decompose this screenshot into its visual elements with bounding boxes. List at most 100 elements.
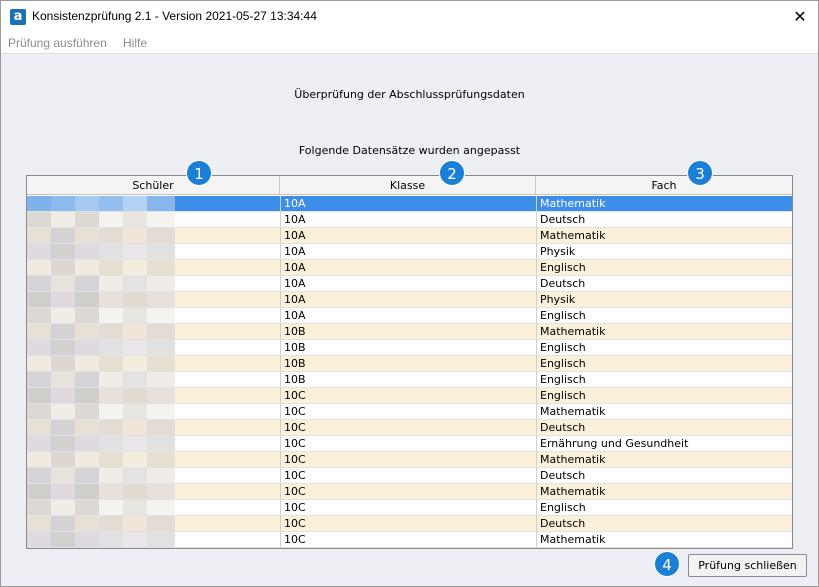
- window-close-button[interactable]: ✕: [782, 1, 818, 32]
- cell-fach: Mathematik: [536, 196, 792, 212]
- section-subtitle: Folgende Datensätze wurden angepasst: [298, 144, 521, 157]
- redacted-name-blur: [27, 372, 175, 387]
- cell-klasse: 10A: [280, 212, 536, 228]
- table-row[interactable]: 10C Mathematik: [27, 484, 792, 500]
- cell-schueler-redacted: [27, 436, 280, 452]
- callout-badge-4: 4: [654, 551, 680, 577]
- cell-fach: Mathematik: [536, 228, 792, 244]
- cell-klasse: 10B: [280, 324, 536, 340]
- redacted-name-blur: [27, 356, 175, 371]
- redacted-name-blur: [27, 244, 175, 259]
- cell-fach: Deutsch: [536, 420, 792, 436]
- table-row[interactable]: 10A Mathematik: [27, 228, 792, 244]
- redacted-name-blur: [27, 340, 175, 355]
- cell-schueler-redacted: [27, 404, 280, 420]
- cell-fach: Mathematik: [536, 532, 792, 548]
- table-row[interactable]: 10B Mathematik: [27, 324, 792, 340]
- cell-klasse: 10C: [280, 404, 536, 420]
- cell-schueler-redacted: [27, 260, 280, 276]
- cell-fach: Mathematik: [536, 324, 792, 340]
- redacted-name-blur: [27, 324, 175, 339]
- table-row[interactable]: 10A Physik: [27, 244, 792, 260]
- cell-fach: Mathematik: [536, 404, 792, 420]
- cell-schueler-redacted: [27, 484, 280, 500]
- redacted-name-blur: [27, 308, 175, 323]
- column-header-fach[interactable]: Fach: [536, 176, 792, 195]
- cell-fach: Deutsch: [536, 468, 792, 484]
- cell-fach: Englisch: [536, 260, 792, 276]
- column-header-klasse[interactable]: Klasse: [280, 176, 536, 195]
- cell-schueler-redacted: [27, 372, 280, 388]
- redacted-name-blur: [27, 292, 175, 307]
- redacted-name-blur: [27, 436, 175, 451]
- cell-schueler-redacted: [27, 452, 280, 468]
- cell-klasse: 10C: [280, 516, 536, 532]
- table-row[interactable]: 10A Mathematik: [27, 196, 792, 212]
- app-logo-icon: a: [10, 9, 26, 25]
- table-header: Schüler Klasse Fach: [27, 176, 792, 195]
- table-row[interactable]: 10C Englisch: [27, 388, 792, 404]
- table-row[interactable]: 10A Deutsch: [27, 212, 792, 228]
- cell-klasse: 10C: [280, 452, 536, 468]
- table-row[interactable]: 10C Deutsch: [27, 516, 792, 532]
- table-row[interactable]: 10A Englisch: [27, 308, 792, 324]
- cell-klasse: 10C: [280, 388, 536, 404]
- cell-fach: Englisch: [536, 500, 792, 516]
- cell-schueler-redacted: [27, 308, 280, 324]
- cell-schueler-redacted: [27, 276, 280, 292]
- cell-klasse: 10C: [280, 420, 536, 436]
- table-row[interactable]: 10C Mathematik: [27, 532, 792, 548]
- cell-klasse: 10A: [280, 292, 536, 308]
- cell-schueler-redacted: [27, 468, 280, 484]
- cell-klasse: 10B: [280, 340, 536, 356]
- table-row[interactable]: 10C Ernährung und Gesundheit: [27, 436, 792, 452]
- cell-klasse: 10B: [280, 356, 536, 372]
- cell-fach: Ernährung und Gesundheit: [536, 436, 792, 452]
- callout-badge-1: 1: [186, 160, 212, 186]
- column-header-schueler[interactable]: Schüler: [27, 176, 280, 195]
- redacted-name-blur: [27, 468, 175, 483]
- cell-fach: Deutsch: [536, 516, 792, 532]
- menu-bar: Prüfung ausführen Hilfe: [1, 32, 818, 54]
- cell-fach: Mathematik: [536, 484, 792, 500]
- redacted-name-blur: [27, 500, 175, 515]
- cell-klasse: 10A: [280, 276, 536, 292]
- table-row[interactable]: 10C Deutsch: [27, 468, 792, 484]
- cell-fach: Deutsch: [536, 212, 792, 228]
- callout-badge-3: 3: [687, 160, 713, 186]
- cell-fach: Englisch: [536, 356, 792, 372]
- cell-fach: Englisch: [536, 372, 792, 388]
- cell-fach: Physik: [536, 244, 792, 260]
- cell-fach: Englisch: [536, 308, 792, 324]
- cell-schueler-redacted: [27, 420, 280, 436]
- cell-klasse: 10A: [280, 196, 536, 212]
- cell-klasse: 10A: [280, 228, 536, 244]
- menu-item-pruefung-ausfuehren[interactable]: Prüfung ausführen: [8, 36, 107, 50]
- redacted-name-blur: [27, 212, 175, 227]
- cell-klasse: 10A: [280, 308, 536, 324]
- close-check-button[interactable]: Prüfung schließen: [688, 554, 807, 577]
- cell-schueler-redacted: [27, 324, 280, 340]
- cell-klasse: 10C: [280, 532, 536, 548]
- table-row[interactable]: 10C Englisch: [27, 500, 792, 516]
- table-row[interactable]: 10A Deutsch: [27, 276, 792, 292]
- table-row[interactable]: 10B Englisch: [27, 372, 792, 388]
- table-row[interactable]: 10C Mathematik: [27, 452, 792, 468]
- cell-klasse: 10A: [280, 260, 536, 276]
- menu-item-hilfe[interactable]: Hilfe: [123, 36, 147, 50]
- redacted-name-blur: [27, 516, 175, 531]
- cell-fach: Englisch: [536, 340, 792, 356]
- cell-schueler-redacted: [27, 500, 280, 516]
- records-table[interactable]: Schüler Klasse Fach 10A Mathematik 10A Deut…: [26, 175, 793, 549]
- cell-fach: Physik: [536, 292, 792, 308]
- table-row[interactable]: 10A Physik: [27, 292, 792, 308]
- cell-klasse: 10B: [280, 372, 536, 388]
- table-row[interactable]: 10C Deutsch: [27, 420, 792, 436]
- cell-klasse: 10A: [280, 244, 536, 260]
- table-row[interactable]: 10A Englisch: [27, 260, 792, 276]
- table-row[interactable]: 10B Englisch: [27, 340, 792, 356]
- table-row[interactable]: 10B Englisch: [27, 356, 792, 372]
- table-row[interactable]: 10C Mathematik: [27, 404, 792, 420]
- cell-schueler-redacted: [27, 516, 280, 532]
- cell-fach: Mathematik: [536, 452, 792, 468]
